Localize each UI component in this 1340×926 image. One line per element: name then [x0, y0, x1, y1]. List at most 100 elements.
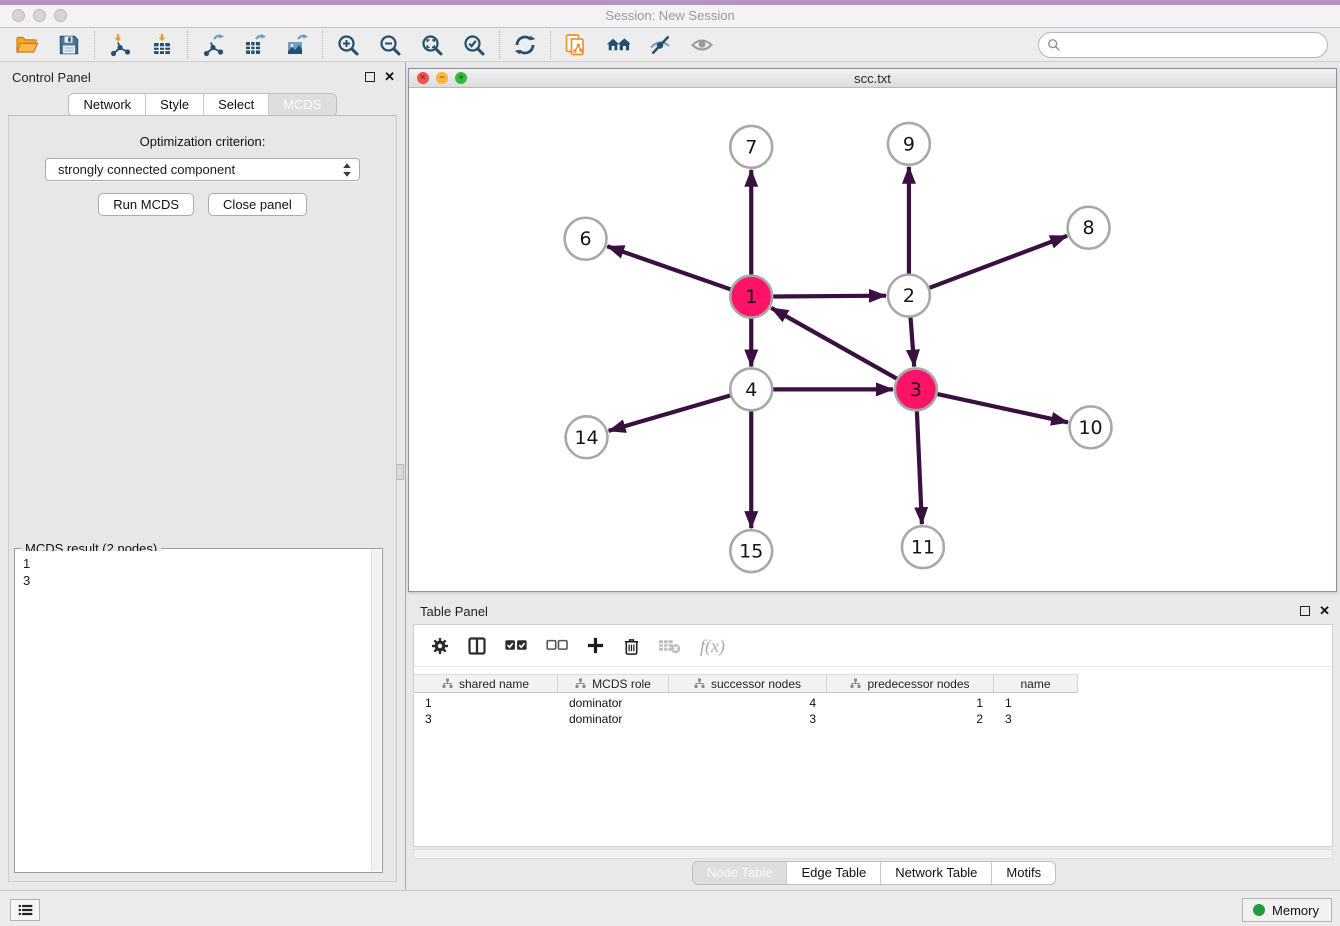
duplicate-network-button[interactable] [561, 31, 591, 59]
edge-2-8[interactable] [929, 236, 1067, 288]
task-history-button[interactable] [10, 899, 40, 921]
export-network-button[interactable] [198, 31, 228, 59]
table-horizontal-scrollbar[interactable] [413, 849, 1333, 859]
export-table-button[interactable] [240, 31, 270, 59]
edge-3-10[interactable] [937, 394, 1068, 422]
zoom-in-button[interactable] [333, 31, 363, 59]
zoom-fit-icon [420, 33, 444, 57]
tab-edge-table[interactable]: Edge Table [786, 862, 880, 884]
table-header-row: shared nameMCDS rolesuccessor nodesprede… [414, 674, 1078, 693]
node-label-1: 1 [745, 286, 757, 308]
node-1[interactable]: 1 [730, 276, 772, 318]
node-4[interactable]: 4 [730, 368, 772, 410]
close-panel-icon[interactable]: ✕ [384, 72, 395, 82]
open-session-icon [15, 33, 39, 57]
show-annotations-button[interactable] [687, 31, 717, 59]
column-header-predecessor-nodes[interactable]: predecessor nodes [827, 675, 994, 692]
cell-shared-name: 1 [414, 696, 558, 710]
home-layout-button[interactable] [603, 31, 633, 59]
table-settings-button[interactable] [430, 633, 450, 659]
table-panel-title: Table Panel [420, 604, 488, 619]
vertical-splitter-handle[interactable] [396, 464, 404, 480]
node-10[interactable]: 10 [1070, 406, 1112, 448]
result-scrollbar[interactable] [371, 550, 381, 871]
table-rows: 1dominator4113dominator323 [414, 693, 1332, 727]
node-15[interactable]: 15 [730, 530, 772, 572]
cell-MCDS-role: dominator [558, 696, 669, 710]
memory-button[interactable]: Memory [1242, 898, 1332, 922]
edge-3-1[interactable] [771, 308, 897, 379]
delete-table-button [658, 633, 681, 659]
node-table-area: f(x) shared nameMCDS rolesuccessor nodes… [413, 624, 1333, 847]
edge-1-6[interactable] [607, 246, 730, 289]
table-row[interactable]: 1dominator411 [414, 695, 1332, 711]
node-3[interactable]: 3 [895, 368, 937, 410]
tab-network[interactable]: Network [69, 94, 145, 116]
criterion-select[interactable]: strongly connected component [45, 158, 360, 181]
column-header-shared-name[interactable]: shared name [414, 675, 558, 692]
network-canvas[interactable]: 7 9 6 8 1 2 4 3 14 10 15 11 [409, 88, 1336, 591]
close-panel-button[interactable]: Close panel [208, 193, 307, 216]
node-2[interactable]: 2 [888, 275, 930, 317]
deselect-all-rows-icon [545, 637, 569, 654]
run-mcds-button[interactable]: Run MCDS [98, 193, 194, 216]
node-7[interactable]: 7 [730, 126, 772, 168]
zoom-out-icon [378, 33, 402, 57]
node-6[interactable]: 6 [565, 218, 607, 260]
delete-column-button[interactable] [622, 633, 641, 659]
edge-4-14[interactable] [609, 395, 731, 430]
tab-style[interactable]: Style [145, 94, 203, 116]
export-image-icon [285, 33, 309, 57]
mcds-result-box: MCDS result (2 nodes) 13 [14, 548, 383, 873]
task-list-icon [17, 903, 34, 917]
show-columns-button[interactable] [467, 633, 487, 659]
network-window-title: scc.txt [409, 69, 1336, 88]
node-label-10: 10 [1079, 417, 1103, 439]
node-11[interactable]: 11 [902, 526, 944, 568]
column-header-name[interactable]: name [994, 675, 1078, 692]
edge-1-2[interactable] [773, 296, 886, 297]
column-header-successor-nodes[interactable]: successor nodes [669, 675, 827, 692]
tab-select[interactable]: Select [203, 94, 268, 116]
import-network-button[interactable] [105, 31, 135, 59]
tab-node-table[interactable]: Node Table [693, 862, 787, 884]
export-image-button[interactable] [282, 31, 312, 59]
add-column-button[interactable] [586, 633, 605, 659]
toggle-graphics-details-button[interactable] [645, 31, 675, 59]
zoom-fit-button[interactable] [417, 31, 447, 59]
column-header-MCDS-role[interactable]: MCDS role [558, 675, 669, 692]
table-close-panel-icon[interactable]: ✕ [1319, 606, 1330, 616]
network-view-window: × − + scc.txt 7 9 6 8 1 2 4 3 14 10 15 11 [408, 68, 1337, 592]
node-8[interactable]: 8 [1068, 207, 1110, 249]
zoom-selected-button[interactable] [459, 31, 489, 59]
tab-motifs[interactable]: Motifs [991, 862, 1055, 884]
zoom-out-button[interactable] [375, 31, 405, 59]
node-9[interactable]: 9 [888, 123, 930, 165]
select-stepper-icon [342, 162, 352, 178]
tab-network-table[interactable]: Network Table [880, 862, 991, 884]
node-label-2: 2 [903, 285, 915, 307]
open-session-button[interactable] [12, 31, 42, 59]
node-label-14: 14 [575, 427, 599, 449]
select-all-rows-button[interactable] [504, 633, 528, 659]
table-panel: Table Panel ✕ f(x) shared nameMCDS roles… [408, 597, 1340, 890]
refresh-view-button[interactable] [510, 31, 540, 59]
search-field-wrap [1038, 32, 1328, 58]
edge-2-3[interactable] [911, 317, 915, 366]
optimization-criterion-label: Optimization criterion: [9, 134, 396, 149]
deselect-all-rows-button[interactable] [545, 633, 569, 659]
app-title: Session: New Session [0, 0, 1340, 28]
edge-3-11[interactable] [917, 411, 922, 524]
network-window-titlebar[interactable]: × − + scc.txt [409, 69, 1336, 88]
cell-name: 3 [994, 712, 1078, 726]
import-table-button[interactable] [147, 31, 177, 59]
node-14[interactable]: 14 [566, 416, 608, 458]
zoom-selected-icon [462, 33, 486, 57]
table-row[interactable]: 3dominator323 [414, 711, 1332, 727]
float-panel-icon[interactable] [365, 72, 375, 82]
table-float-panel-icon[interactable] [1300, 606, 1310, 616]
node-label-9: 9 [903, 133, 915, 155]
tab-mcds[interactable]: MCDS [268, 94, 335, 116]
save-session-button[interactable] [54, 31, 84, 59]
search-input[interactable] [1038, 32, 1328, 58]
